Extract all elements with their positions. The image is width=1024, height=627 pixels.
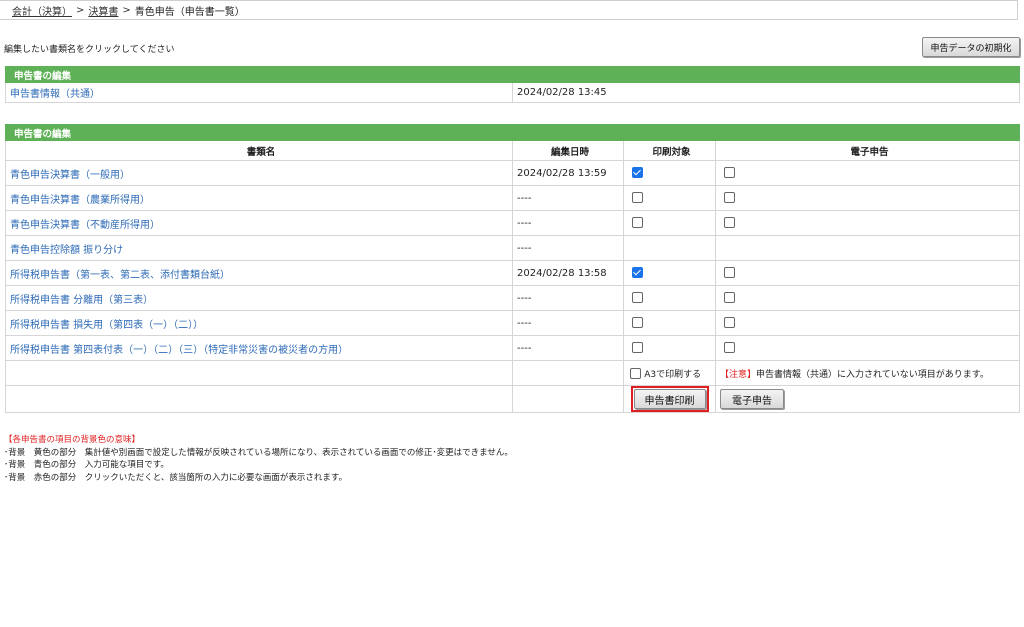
print-checkbox[interactable]: [632, 292, 643, 304]
column-header-name: 書類名: [5, 140, 513, 161]
edit-datetime: ----: [512, 235, 624, 261]
doc-link[interactable]: 青色申告控除額 振り分け: [10, 245, 123, 256]
print-checkbox[interactable]: [632, 267, 643, 279]
edit-datetime: ----: [512, 185, 624, 211]
table-row: 青色申告決算書（農業所得用） ----: [5, 185, 1020, 211]
doc-link[interactable]: 所得税申告書 第四表付表（一）（二）（三）（特定非常災害の被災者の方用）: [10, 345, 348, 356]
warning-text: 申告書情報（共通）に入力されていない項目があります。: [756, 369, 989, 380]
table-row: 所得税申告書（第一表、第二表、添付書類台紙） 2024/02/28 13:58: [5, 260, 1020, 286]
table-row: 青色申告控除額 振り分け ----: [5, 235, 1020, 261]
section-title: 申告書の編集: [5, 124, 1020, 141]
table-row: 申告書情報（共通） 2024/02/28 13:45: [5, 82, 1020, 103]
edit-datetime: ----: [512, 210, 624, 236]
a3-print-checkbox[interactable]: [630, 368, 641, 379]
table-row: 所得税申告書 分離用（第三表） ----: [5, 285, 1020, 311]
warning-tag: 【注意】: [720, 369, 757, 380]
doc-link[interactable]: 青色申告決算書（農業所得用）: [10, 195, 150, 206]
print-checkbox[interactable]: [632, 192, 643, 204]
table-row: 所得税申告書 損失用（第四表（一）（二）） ----: [5, 310, 1020, 336]
doc-link[interactable]: 所得税申告書 損失用（第四表（一）（二））: [10, 320, 203, 331]
edit-datetime: ----: [512, 285, 624, 311]
section-title: 申告書の編集: [5, 66, 1020, 83]
table-row: 青色申告決算書（不動産所得用） ----: [5, 210, 1020, 236]
legend-line: ･背景 黄色の部分 集計値や別画面で設定した情報が反映されている場所になり、表示…: [4, 447, 513, 458]
efile-checkbox[interactable]: [724, 192, 735, 204]
actions-row: 申告書印刷 電子申告: [5, 385, 1020, 413]
breadcrumb-separator: >: [122, 4, 131, 16]
print-checkbox[interactable]: [632, 167, 643, 179]
print-button[interactable]: 申告書印刷: [633, 389, 706, 409]
legend-line: ･背景 青色の部分 入力可能な項目です。: [4, 460, 169, 470]
efile-checkbox[interactable]: [724, 342, 735, 354]
a3-print-label: A3で印刷する: [644, 369, 702, 380]
breadcrumb-link-statements[interactable]: 決算書: [88, 3, 118, 18]
edit-datetime: 2024/02/28 13:59: [512, 160, 624, 186]
efile-checkbox[interactable]: [724, 267, 735, 279]
efile-checkbox[interactable]: [724, 317, 735, 329]
options-row: A3で印刷する 【注意】申告書情報（共通）に入力されていない項目があります。: [5, 360, 1020, 386]
efile-button[interactable]: 電子申告: [720, 389, 784, 409]
column-header-efile: 電子申告: [715, 140, 1020, 161]
breadcrumb-separator: >: [76, 4, 85, 16]
breadcrumb-current: 青色申告（申告書一覧）: [134, 6, 245, 18]
doc-link[interactable]: 所得税申告書（第一表、第二表、添付書類台紙）: [10, 270, 230, 281]
table-row: 青色申告決算書（一般用） 2024/02/28 13:59: [5, 160, 1020, 186]
edit-datetime: ----: [512, 310, 624, 336]
print-checkbox[interactable]: [632, 317, 643, 329]
doc-link[interactable]: 所得税申告書 分離用（第三表）: [10, 295, 153, 306]
efile-checkbox[interactable]: [724, 167, 735, 179]
print-checkbox[interactable]: [632, 342, 643, 354]
column-header-datetime: 編集日時: [512, 140, 624, 161]
print-button-highlight: 申告書印刷: [630, 386, 709, 412]
legend-title: 【各申告書の項目の背景色の意味】: [4, 435, 141, 445]
common-info-table: 申告書の編集 申告書情報（共通） 2024/02/28 13:45: [5, 66, 1020, 103]
legend: 【各申告書の項目の背景色の意味】 ･背景 黄色の部分 集計値や別画面で設定した情…: [4, 434, 513, 484]
doc-link[interactable]: 青色申告決算書（不動産所得用）: [10, 220, 160, 231]
edit-datetime: 2024/02/28 13:58: [512, 260, 624, 286]
efile-checkbox[interactable]: [724, 292, 735, 304]
breadcrumb: 会計（決算） > 決算書 > 青色申告（申告書一覧）: [0, 0, 1018, 20]
breadcrumb-link-accounting[interactable]: 会計（決算）: [12, 3, 72, 18]
doc-link-common-info[interactable]: 申告書情報（共通）: [10, 89, 100, 100]
print-checkbox[interactable]: [632, 217, 643, 229]
edit-datetime: 2024/02/28 13:45: [512, 82, 1020, 103]
doc-link[interactable]: 青色申告決算書（一般用）: [10, 170, 130, 181]
documents-table: 申告書の編集 書類名 編集日時 印刷対象 電子申告 青色申告決算書（一般用） 2…: [5, 124, 1020, 413]
instruction-text: 編集したい書類名をクリックしてください: [4, 45, 175, 55]
edit-datetime: ----: [512, 335, 624, 361]
init-data-button[interactable]: 申告データの初期化: [922, 37, 1020, 57]
legend-line: ･背景 赤色の部分 クリックいただくと、該当箇所の入力に必要な画面が表示されます…: [4, 472, 348, 483]
efile-checkbox[interactable]: [724, 217, 735, 229]
column-header-print: 印刷対象: [623, 140, 716, 161]
table-row: 所得税申告書 第四表付表（一）（二）（三）（特定非常災害の被災者の方用） ---…: [5, 335, 1020, 361]
